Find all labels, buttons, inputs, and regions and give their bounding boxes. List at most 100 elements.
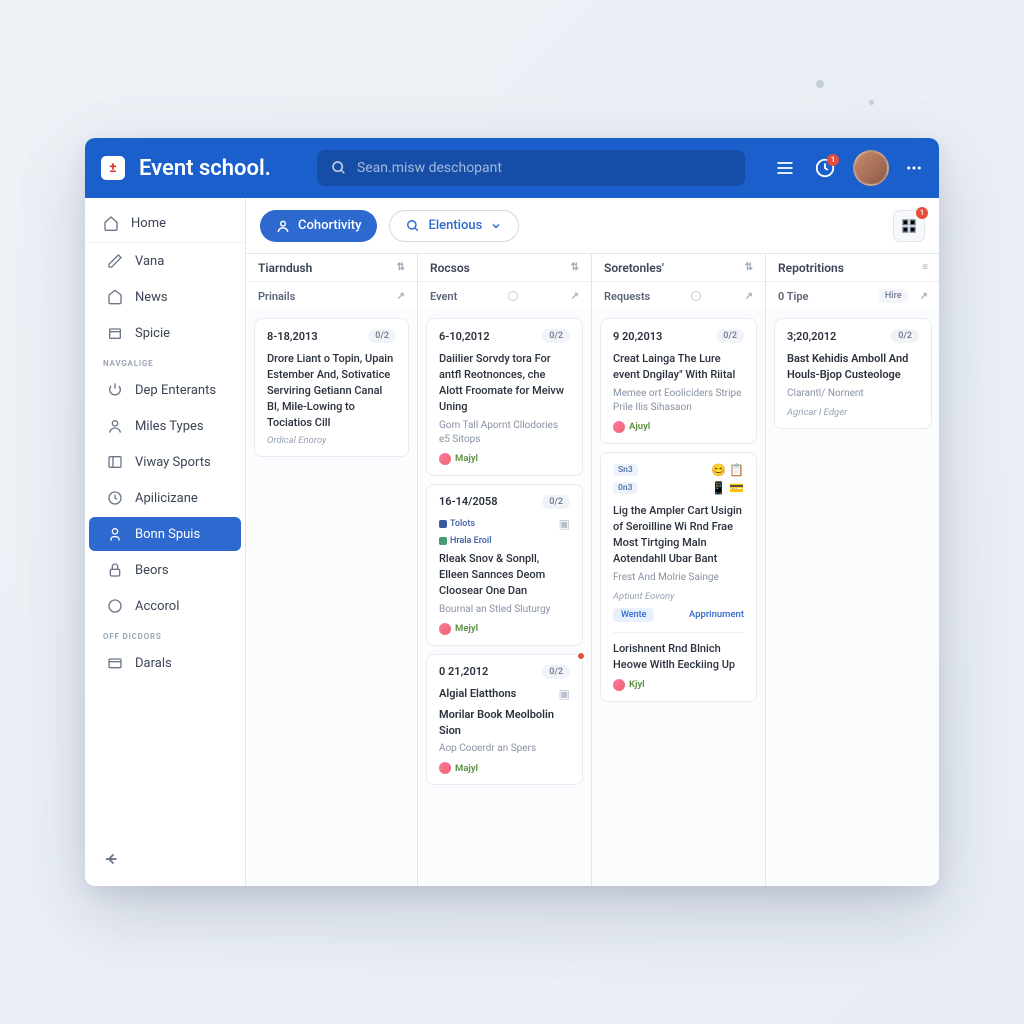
tag-icon: ▣ (559, 517, 570, 531)
card-title: Lig the Ampler Cart Usigin of Seroilline… (613, 503, 744, 567)
nav-accorol[interactable]: Accorol (89, 589, 241, 623)
column-header[interactable]: Rocsоs ⇅ (418, 254, 591, 282)
menu-icon[interactable]: ≡ (922, 262, 928, 273)
card-subtitle: Clarantl/ Nornent (787, 387, 919, 401)
nav-home[interactable]: Home (85, 204, 245, 243)
menu-icon[interactable] (773, 156, 797, 180)
card-subtitle: Bournal an Stled Sluturgy (439, 603, 570, 617)
clock-icon (107, 598, 123, 614)
card-date: 8-18,2013 (267, 330, 318, 343)
nav-viway[interactable]: Viway Sports (89, 445, 241, 479)
expand-icon[interactable]: ↗ (745, 291, 753, 302)
column-subheader[interactable]: 0 Tipe Hire ↗ (766, 282, 939, 310)
nav-label: Home (131, 216, 166, 231)
button-label: Cohortivity (298, 218, 361, 233)
column-header[interactable]: Soretonles' ⇅ (592, 254, 765, 282)
card-subtitle: Memee ort Eooliciders Stripe Prile Ilis … (613, 387, 744, 415)
more-icon[interactable] (905, 156, 923, 180)
pill-badge: 0n3 (613, 482, 637, 494)
notification-badge: 1 (827, 154, 839, 166)
card-heading: Algial Elatthons (439, 687, 516, 700)
board-column: Repotritions ≡ 0 Tipe Hire ↗ 3;20,2012 0… (766, 254, 939, 886)
nav-label: Viway Sports (135, 455, 211, 470)
event-card[interactable]: 6-10,2012 0/2 Daiilier Sorvdy tora For a… (426, 318, 583, 476)
pencil-icon (107, 253, 123, 269)
nav-apil[interactable]: Apilicizane (89, 481, 241, 515)
grid-badge: 1 (916, 207, 928, 219)
card-title: Drore Liant o Topin, Upain Estember And,… (267, 351, 396, 431)
card-title: Creat Lainga The Lure event Dngilay" Wit… (613, 351, 744, 383)
person-icon (107, 526, 123, 542)
nav-label: Apilicizane (135, 491, 198, 506)
event-card[interactable]: 16-14/2058 0/2 Tolots ▣ Hrala Eroil Rlea… (426, 484, 583, 646)
board-column: Tiarndush ⇅ Prinails ↗ 8-18,2013 0/2 (246, 254, 418, 886)
column-title: Tiarndush (258, 261, 312, 275)
expand-icon[interactable]: ↗ (920, 291, 928, 302)
card-date: 3;20,2012 (787, 330, 836, 343)
event-card[interactable]: 0 21,2012 0/2 Algial Elatthons ▣ Morilar… (426, 654, 583, 786)
time-icon (107, 490, 123, 506)
notification-icon[interactable]: 1 (813, 156, 837, 180)
column-title: Rocsоs (430, 261, 470, 275)
card-subtitle: Frest And Molrie Sainge (613, 571, 744, 585)
grid-view-button[interactable]: 1 (893, 210, 925, 242)
card-date: 9 20,2013 (613, 330, 662, 343)
chip-link[interactable]: Wente (613, 608, 654, 622)
sidebar: Home Vana News Spicie NAVGALIGE Dep Ente… (85, 198, 246, 886)
user-icon (276, 219, 290, 233)
avatar-dot (439, 623, 451, 635)
card-title: Rleak Snov & Sonpll, Elleen Sannces Deom… (439, 551, 570, 599)
nav-bonn[interactable]: Bonn Spuis (89, 517, 241, 551)
app-header: ± Event school. 1 (85, 138, 939, 198)
expand-icon[interactable]: ↗ (571, 291, 579, 302)
card-extra-title: Lorishnent Rnd Blnich Heowe Witlh Eeckii… (613, 641, 744, 673)
card-meta: Aptiunt Eovony (613, 591, 744, 602)
column-subheader[interactable]: Event ↗ (418, 282, 591, 310)
toolbar: Cohortivity Elentious 1 (246, 198, 939, 254)
nav-label: Accorol (135, 599, 179, 614)
count-badge: 0/2 (542, 495, 570, 509)
cohort-button[interactable]: Cohortivity (260, 210, 377, 242)
column-subheader[interactable]: Prinails ↗ (246, 282, 417, 310)
user-avatar[interactable] (853, 150, 889, 186)
card-subtitle: Aop Cooerdr an Spers (439, 742, 570, 756)
event-card[interactable]: Sn3 😊 📋 0n3 📱 💳 Lig the Ampler Cart Usig… (600, 452, 757, 702)
nav-beors[interactable]: Beors (89, 553, 241, 587)
nav-darals[interactable]: Darals (89, 646, 241, 680)
chevron-down-icon (490, 220, 502, 232)
event-card[interactable]: 3;20,2012 0/2 Bast Kehidis Amboll And Ho… (774, 318, 932, 429)
grid-icon (901, 218, 917, 234)
nav-vana[interactable]: Vana (89, 244, 241, 278)
sub-title: Event (430, 290, 457, 303)
search-input[interactable] (357, 160, 731, 176)
filter-button[interactable]: Elentious (389, 210, 519, 242)
nav-label: Bonn Spuis (135, 527, 200, 542)
event-card[interactable]: 9 20,2013 0/2 Creat Lainga The Lure even… (600, 318, 757, 444)
board-column: Rocsоs ⇅ Event ↗ 6-10,2012 0/2 (418, 254, 592, 886)
sort-icon[interactable]: ⇅ (397, 262, 405, 273)
nav-dep[interactable]: Dep Enterants (89, 373, 241, 407)
column-title: Soretonles' (604, 261, 664, 275)
home-outline-icon (107, 289, 123, 305)
nav-label: Beors (135, 563, 169, 578)
text-link[interactable]: Apprinument (689, 609, 744, 620)
count-badge: 0/2 (542, 329, 570, 343)
sort-icon[interactable]: ⇅ (571, 262, 579, 273)
nav-spicie[interactable]: Spicie (89, 316, 241, 350)
card-footer: Kjyl (629, 679, 645, 690)
expand-icon[interactable]: ↗ (397, 291, 405, 302)
column-subheader[interactable]: Requests ↗ (592, 282, 765, 310)
column-header[interactable]: Tiarndush ⇅ (246, 254, 417, 282)
nav-miles[interactable]: Miles Types (89, 409, 241, 443)
nav-news[interactable]: News (89, 280, 241, 314)
card-date: 0 21,2012 (439, 665, 488, 678)
card-meta: Agricar I Edger (787, 407, 919, 418)
nav-label: Dep Enterants (135, 383, 216, 398)
collapse-icon[interactable] (103, 850, 121, 868)
card-footer: Majyl (455, 763, 478, 774)
event-card[interactable]: 8-18,2013 0/2 Drore Liant o Topin, Upain… (254, 318, 409, 457)
nav-section-1: NAVGALIGE (85, 351, 245, 372)
sort-icon[interactable]: ⇅ (745, 262, 753, 273)
search-bar[interactable] (317, 150, 745, 186)
column-header[interactable]: Repotritions ≡ (766, 254, 939, 282)
